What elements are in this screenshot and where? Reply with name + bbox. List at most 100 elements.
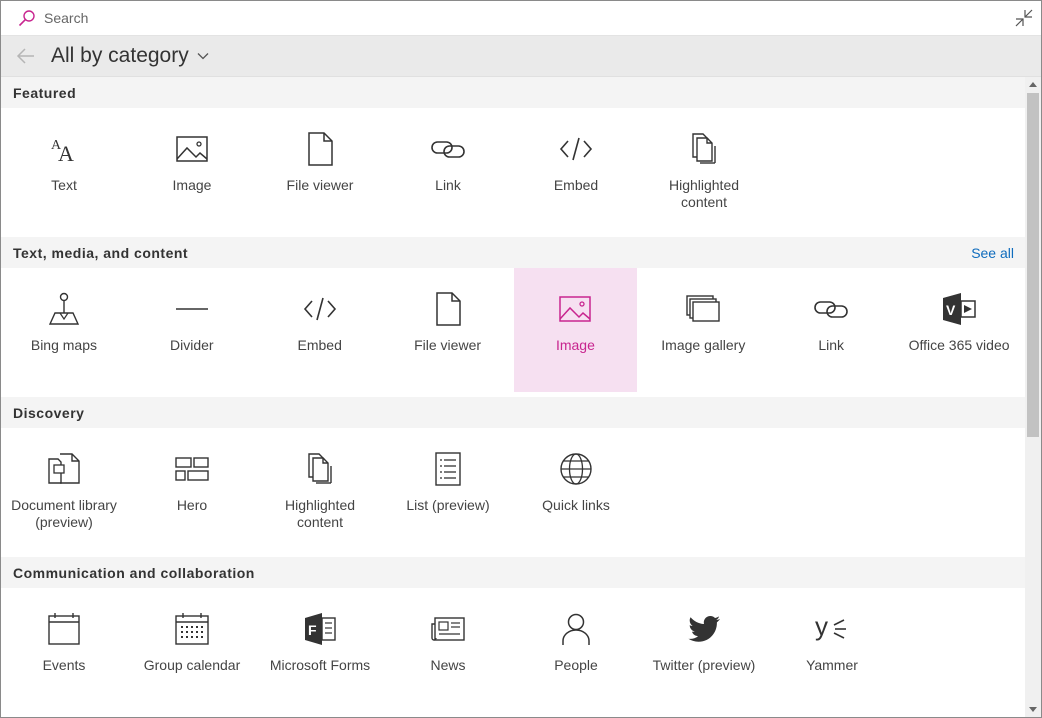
- web-part-hero[interactable]: Hero: [130, 428, 254, 552]
- web-part-label: Image gallery: [661, 337, 746, 353]
- link-icon: [430, 131, 466, 167]
- svg-text:F: F: [308, 622, 317, 638]
- web-part-label: Image: [555, 337, 595, 353]
- file-icon: [302, 131, 338, 167]
- web-part-picker: All by category Featured AA Text Image: [0, 0, 1042, 718]
- back-arrow-icon[interactable]: [15, 45, 37, 67]
- web-part-people[interactable]: People: [514, 588, 638, 712]
- web-part-file-viewer[interactable]: File viewer: [386, 268, 510, 392]
- office-video-icon: V: [941, 291, 977, 327]
- web-part-label: Bing maps: [30, 337, 98, 353]
- section-header-discovery: Discovery: [1, 397, 1025, 428]
- map-pin-icon: [46, 291, 82, 327]
- embed-icon: [558, 131, 594, 167]
- calendar-icon: [174, 611, 210, 647]
- svg-text:V: V: [946, 302, 956, 318]
- web-part-yammer[interactable]: y Yammer: [770, 588, 894, 712]
- yammer-icon: y: [814, 611, 850, 647]
- web-part-image-gallery[interactable]: Image gallery: [641, 268, 765, 392]
- web-part-document-library[interactable]: Document library (preview): [2, 428, 126, 552]
- web-part-label: Hero: [176, 497, 208, 513]
- web-part-news[interactable]: News: [386, 588, 510, 712]
- web-part-list: Featured AA Text Image File viewer Link …: [1, 77, 1025, 717]
- web-part-label: News: [430, 657, 466, 673]
- web-part-label: File viewer: [414, 337, 482, 353]
- document-library-icon: [46, 451, 82, 487]
- link-icon: [813, 291, 849, 327]
- chevron-down-icon: [197, 53, 209, 60]
- web-part-divider[interactable]: Divider: [130, 268, 254, 392]
- section-title: Discovery: [13, 404, 85, 421]
- divider-icon: [174, 291, 210, 327]
- image-icon: [174, 131, 210, 167]
- web-part-label: Quick links: [542, 497, 610, 513]
- web-part-label: Embed: [553, 177, 599, 193]
- search-icon: [18, 10, 35, 27]
- list-icon: [430, 451, 466, 487]
- web-part-label: File viewer: [286, 177, 354, 193]
- scroll-up-arrow-icon[interactable]: [1029, 81, 1037, 89]
- web-part-list[interactable]: List (preview): [386, 428, 510, 552]
- web-part-link[interactable]: Link: [386, 108, 510, 232]
- web-part-highlighted-content[interactable]: Highlighted content: [258, 428, 382, 552]
- see-all-link[interactable]: See all: [971, 245, 1014, 261]
- web-part-office-365-video[interactable]: V Office 365 video: [897, 268, 1021, 392]
- web-part-quick-links[interactable]: Quick links: [514, 428, 638, 552]
- category-dropdown[interactable]: All by category: [51, 44, 209, 68]
- file-icon: [430, 291, 466, 327]
- section-header-communication: Communication and collaboration: [1, 557, 1025, 588]
- web-part-embed[interactable]: Embed: [514, 108, 638, 232]
- hero-icon: [174, 451, 210, 487]
- collapse-icon[interactable]: [1015, 9, 1033, 27]
- web-part-label: Highlighted content: [668, 177, 740, 210]
- section-title: Text, media, and content: [13, 244, 189, 261]
- web-part-embed[interactable]: Embed: [258, 268, 382, 392]
- web-part-label: Image: [172, 177, 212, 193]
- web-part-label: Twitter (preview): [652, 657, 756, 673]
- web-part-label: People: [554, 657, 598, 673]
- web-part-text[interactable]: AA Text: [2, 108, 126, 232]
- search-input[interactable]: [42, 9, 346, 27]
- web-part-microsoft-forms[interactable]: F Microsoft Forms: [258, 588, 382, 712]
- web-part-label: Text: [51, 177, 77, 193]
- section-title: Featured: [13, 84, 77, 101]
- web-part-label: Events: [42, 657, 86, 673]
- events-icon: [46, 611, 82, 647]
- news-icon: [430, 611, 466, 647]
- web-part-events[interactable]: Events: [2, 588, 126, 712]
- web-part-highlighted-content[interactable]: Highlighted content: [642, 108, 766, 232]
- section-header-featured: Featured: [1, 77, 1025, 108]
- web-part-link[interactable]: Link: [769, 268, 893, 392]
- web-part-image-selected[interactable]: Image: [513, 268, 638, 392]
- scroll-down-arrow-icon[interactable]: [1029, 705, 1037, 713]
- web-part-label: Highlighted content: [284, 497, 356, 530]
- category-title: All by category: [51, 44, 189, 67]
- section-featured: AA Text Image File viewer Link Embed Hig…: [1, 108, 1025, 237]
- section-text-media-content: Bing maps Divider Embed File viewer Imag…: [1, 268, 1025, 397]
- web-part-label: Embed: [297, 337, 342, 353]
- section-header-text-media-content: Text, media, and content See all: [1, 237, 1025, 268]
- svg-text:y: y: [815, 611, 828, 641]
- web-part-label: Office 365 video: [908, 337, 1010, 353]
- category-header: All by category: [1, 36, 1041, 77]
- vertical-scrollbar[interactable]: [1025, 77, 1041, 717]
- section-discovery: Document library (preview) Hero Highligh…: [1, 428, 1025, 557]
- embed-icon: [302, 291, 338, 327]
- web-part-bing-maps[interactable]: Bing maps: [2, 268, 126, 392]
- image-gallery-icon: [685, 291, 721, 327]
- web-part-file-viewer[interactable]: File viewer: [258, 108, 382, 232]
- web-part-label: Microsoft Forms: [269, 657, 371, 673]
- web-part-group-calendar[interactable]: Group calendar: [130, 588, 254, 712]
- web-part-label: List (preview): [406, 497, 490, 513]
- scrollbar-thumb[interactable]: [1027, 93, 1039, 437]
- web-part-label: Document library (preview): [11, 497, 117, 530]
- web-part-image[interactable]: Image: [130, 108, 254, 232]
- web-part-twitter[interactable]: Twitter (preview): [642, 588, 766, 712]
- svg-text:A: A: [58, 141, 74, 166]
- forms-icon: F: [302, 611, 338, 647]
- text-icon: AA: [46, 131, 82, 167]
- section-communication: Events Group calendar F Microsoft Forms …: [1, 588, 1025, 717]
- highlighted-content-icon: [686, 131, 722, 167]
- twitter-icon: [686, 611, 722, 647]
- web-part-label: Link: [435, 177, 461, 193]
